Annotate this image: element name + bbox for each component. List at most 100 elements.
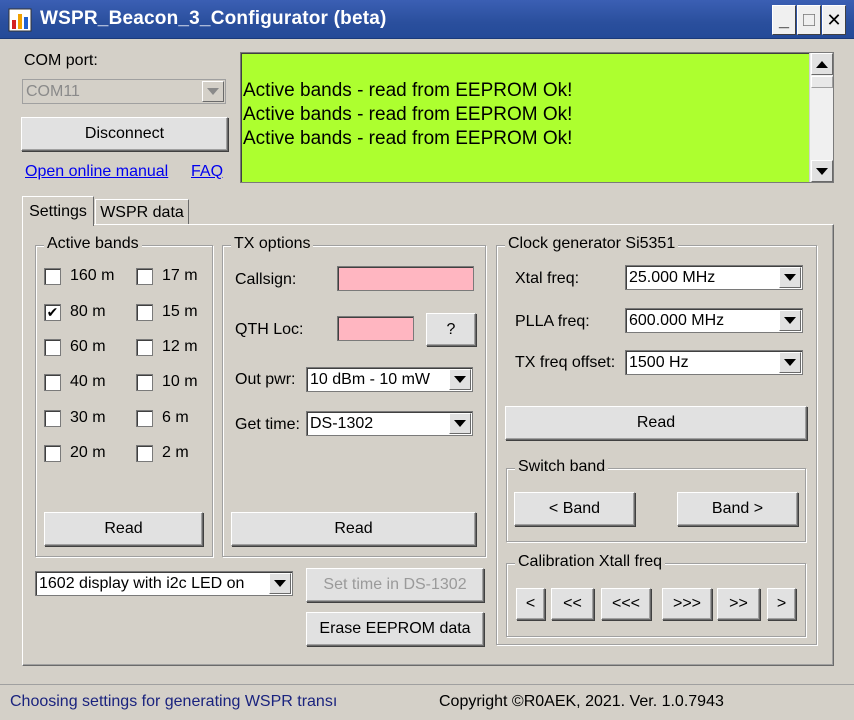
band-checkbox[interactable]: ✔ — [44, 303, 61, 321]
band-label: 12 m — [162, 338, 198, 355]
status-bar: Choosing settings for generating WSPR tr… — [0, 684, 854, 720]
log-line: Active bands - read from EEPROM Ok! — [243, 80, 573, 101]
get-time-value: DS-1302 — [310, 414, 374, 432]
band-checkbox-item[interactable]: ✔ 80 m — [44, 303, 106, 321]
band-checkbox[interactable] — [136, 373, 153, 391]
copyright-text: Copyright ©R0AEK, 2021. Ver. 1.0.7943 — [439, 693, 724, 710]
band-label: 80 m — [70, 303, 106, 320]
log-lines: Active bands - read from EEPROM Ok! Acti… — [243, 79, 572, 151]
calib-up-3-button[interactable]: >>> — [662, 588, 712, 620]
band-checkbox-item[interactable]: 40 m — [44, 373, 106, 391]
status-message: Choosing settings for generating WSPR tr… — [10, 693, 338, 710]
band-label: 10 m — [162, 373, 198, 390]
chevron-down-icon — [449, 369, 471, 390]
clock-read-button[interactable]: Read — [505, 406, 807, 440]
log-line: Active bands - read from EEPROM Ok! — [243, 128, 573, 149]
band-checkbox[interactable] — [136, 444, 153, 462]
tab-wspr-data[interactable]: WSPR data — [95, 199, 189, 225]
log-output[interactable]: Active bands - read from EEPROM Ok! Acti… — [240, 52, 834, 183]
band-checkbox[interactable] — [44, 373, 61, 391]
minimize-button[interactable]: _ — [772, 5, 796, 35]
next-band-button[interactable]: Band > — [677, 492, 798, 526]
band-label: 6 m — [162, 409, 189, 426]
display-type-value: 1602 display with i2c LED on — [39, 574, 245, 592]
band-checkbox[interactable] — [136, 267, 153, 285]
com-port-select[interactable]: COM11 — [22, 79, 226, 104]
xtal-freq-select[interactable]: 25.000 MHz — [625, 265, 803, 290]
band-label: 17 m — [162, 267, 198, 284]
disconnect-button[interactable]: Disconnect — [21, 117, 228, 151]
log-scrollbar[interactable] — [809, 53, 833, 182]
qth-input[interactable] — [337, 316, 414, 341]
calib-up-1-button[interactable]: > — [767, 588, 796, 620]
calib-down-2-button[interactable]: << — [551, 588, 594, 620]
tx-read-button[interactable]: Read — [231, 512, 476, 546]
band-checkbox-item[interactable]: 17 m — [136, 267, 198, 285]
band-label: 20 m — [70, 444, 106, 461]
band-label: 160 m — [70, 267, 115, 284]
tx-offset-select[interactable]: 1500 Hz — [625, 350, 803, 375]
scroll-up-button[interactable] — [811, 53, 833, 75]
window-title: WSPR_Beacon_3_Configurator (beta) — [40, 8, 387, 29]
com-port-label: COM port: — [24, 52, 98, 69]
display-type-select[interactable]: 1602 display with i2c LED on — [35, 571, 293, 596]
minimize-icon: _ — [778, 10, 789, 30]
out-pwr-value: 10 dBm - 10 mW — [310, 370, 431, 388]
tx-options-group: TX options — [222, 235, 486, 557]
callsign-label: Callsign: — [235, 271, 297, 288]
band-label: 15 m — [162, 303, 198, 320]
faq-link[interactable]: FAQ — [191, 163, 223, 181]
scroll-down-button[interactable] — [811, 160, 833, 182]
band-checkbox-item[interactable]: 60 m — [44, 338, 106, 356]
chevron-down-icon — [202, 81, 224, 102]
tab-settings[interactable]: Settings — [22, 196, 94, 226]
calib-up-2-button[interactable]: >> — [717, 588, 760, 620]
xtal-freq-value: 25.000 MHz — [629, 268, 716, 286]
band-checkbox-item[interactable]: 6 m — [136, 409, 189, 427]
online-manual-link[interactable]: Open online manual — [25, 163, 168, 181]
band-checkbox[interactable] — [44, 409, 61, 427]
plla-freq-label: PLLA freq: — [515, 313, 590, 330]
band-checkbox[interactable] — [136, 338, 153, 356]
bands-read-button[interactable]: Read — [44, 512, 203, 546]
band-checkbox[interactable] — [44, 338, 61, 356]
band-checkbox-item[interactable]: 12 m — [136, 338, 198, 356]
app-icon — [8, 8, 32, 32]
band-label: 40 m — [70, 373, 106, 390]
calibration-title: Calibration Xtall freq — [515, 553, 666, 571]
get-time-select[interactable]: DS-1302 — [306, 411, 473, 436]
tx-options-title: TX options — [231, 235, 314, 253]
tx-offset-value: 1500 Hz — [629, 353, 689, 371]
chevron-down-icon — [449, 413, 471, 434]
erase-eeprom-button[interactable]: Erase EEPROM data — [306, 612, 484, 646]
band-checkbox-item[interactable]: 10 m — [136, 373, 198, 391]
qth-help-button[interactable]: ? — [426, 313, 476, 346]
close-button[interactable]: ✕ — [822, 5, 846, 35]
band-checkbox[interactable] — [44, 267, 61, 285]
close-icon: ✕ — [826, 9, 842, 30]
band-checkbox[interactable] — [136, 303, 153, 321]
band-checkbox[interactable] — [44, 444, 61, 462]
maximize-button[interactable]: □ — [797, 5, 821, 35]
callsign-input[interactable] — [337, 266, 474, 291]
band-checkbox-item[interactable]: 15 m — [136, 303, 198, 321]
title-bar[interactable]: WSPR_Beacon_3_Configurator (beta) _ □ ✕ — [0, 0, 854, 39]
band-checkbox-item[interactable]: 160 m — [44, 267, 114, 285]
set-time-button[interactable]: Set time in DS-1302 — [306, 568, 484, 602]
band-checkbox-item[interactable]: 20 m — [44, 444, 106, 462]
band-checkbox[interactable] — [136, 409, 153, 427]
chevron-down-icon — [779, 310, 801, 331]
band-checkbox-item[interactable]: 30 m — [44, 409, 106, 427]
out-pwr-label: Out pwr: — [235, 371, 296, 388]
active-bands-group: Active bands — [35, 235, 213, 557]
scroll-thumb[interactable] — [811, 76, 833, 88]
chevron-down-icon — [269, 573, 291, 594]
prev-band-button[interactable]: < Band — [514, 492, 635, 526]
plla-freq-select[interactable]: 600.000 MHz — [625, 308, 803, 333]
calib-down-1-button[interactable]: < — [516, 588, 545, 620]
calib-down-3-button[interactable]: <<< — [601, 588, 651, 620]
band-label: 30 m — [70, 409, 106, 426]
band-checkbox-item[interactable]: 2 m — [136, 444, 189, 462]
out-pwr-select[interactable]: 10 dBm - 10 mW — [306, 367, 473, 392]
arrow-down-icon — [816, 167, 828, 175]
